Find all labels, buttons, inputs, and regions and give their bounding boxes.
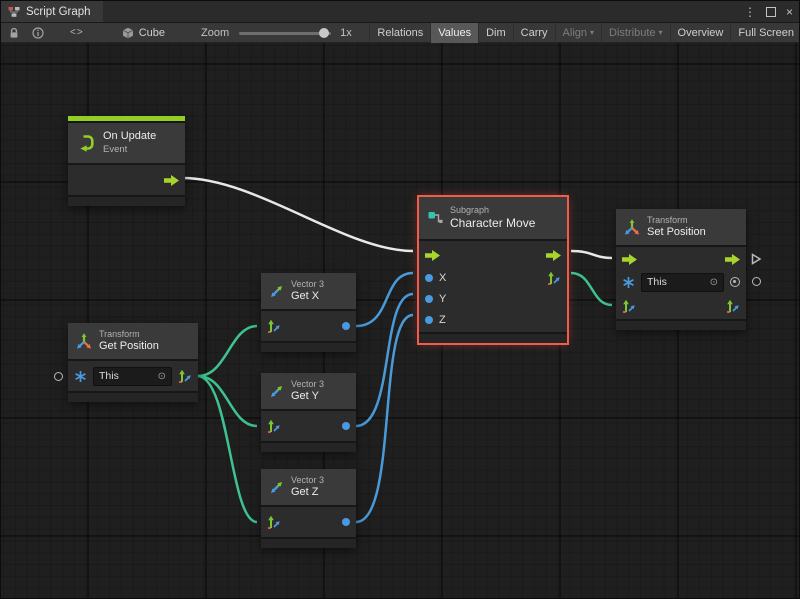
vector3-icon [269,480,284,495]
code-icon[interactable]: <> [70,27,84,38]
toolbar-buttons: Relations Values Dim Carry Align▾ Distri… [369,23,800,43]
node-set-position[interactable]: Transform Set Position This ⊙ [616,209,746,330]
fullscreen-button[interactable]: Full Screen [730,23,800,43]
relations-button[interactable]: Relations [369,23,430,43]
node-footer [261,539,356,548]
y-in-port[interactable] [425,295,433,303]
zoom-value: 1x [340,27,352,39]
node-category: Vector 3 [291,279,324,290]
values-button[interactable]: Values [430,23,478,43]
unconnected-port-circle[interactable] [54,372,63,381]
vector3-icon [269,284,284,299]
unity-script-graph-window: Script Graph ⋮ × <> [0,0,800,599]
target-picker-icon[interactable]: ⊙ [710,277,718,288]
node-get-y[interactable]: Vector 3 Get Y [261,373,356,452]
transform-icon [76,333,92,349]
node-footer [261,443,356,452]
graph-toolbar: <> Cube Zoom 1x Relations Values Dim Car… [1,23,800,43]
unconnected-port-circle[interactable] [752,277,761,286]
node-title: Set Position [647,226,706,240]
menu-icon[interactable]: ⋮ [744,1,756,23]
vector3-icon [269,384,284,399]
this-field[interactable]: This ⊙ [93,367,172,386]
vector3-in-port[interactable] [622,299,636,313]
chevron-down-icon: ▾ [590,28,594,37]
node-category: Vector 3 [291,379,324,390]
vector3-out-port[interactable] [726,299,740,313]
flow-in-port[interactable] [425,250,440,261]
node-category: Transform [647,215,706,226]
zoom-slider-track[interactable] [239,32,331,35]
vector3-in-port[interactable] [267,419,281,433]
on-update-icon [76,133,96,153]
event-accent-strip [68,116,185,121]
zoom-label: Zoom [201,27,229,39]
unconnected-flow-triangle[interactable] [751,253,762,265]
node-get-x[interactable]: Vector 3 Get X [261,273,356,352]
window-controls: ⋮ × [744,1,800,22]
zoom-slider-handle[interactable] [319,28,329,38]
port-label-x: X [439,272,446,284]
maximize-icon[interactable] [766,7,776,17]
node-title: On Update [103,130,156,144]
node-footer [68,393,198,402]
float-out-port[interactable] [342,422,350,430]
node-category: Transform [99,329,159,340]
script-graph-icon [8,6,20,18]
chevron-down-icon: ▾ [659,28,663,37]
vector3-out-port[interactable] [547,271,561,285]
node-footer [419,334,567,343]
port-label-y: Y [439,293,446,305]
node-title: Get Z [291,486,324,500]
axis-icon [74,370,87,383]
distribute-button[interactable]: Distribute▾ [601,23,669,43]
target-picker-icon[interactable]: ⊙ [158,371,166,382]
target-object-label: Cube [139,27,165,39]
cube-icon [122,27,134,39]
node-category: Subgraph [450,205,535,216]
tab-label: Script Graph [26,6,91,18]
float-out-port[interactable] [342,322,350,330]
flow-in-port[interactable] [622,254,637,265]
dim-button[interactable]: Dim [478,23,513,43]
subgraph-icon [427,210,443,226]
node-title: Get Y [291,390,324,404]
zoom-slider[interactable] [239,28,331,38]
overview-button[interactable]: Overview [670,23,731,43]
flow-out-port[interactable] [725,254,740,265]
lock-icon[interactable] [8,27,20,39]
carry-button[interactable]: Carry [513,23,555,43]
close-icon[interactable]: × [786,1,793,23]
node-title: Get Position [99,340,159,354]
node-category: Vector 3 [291,475,324,486]
node-title: Character Move [450,216,535,231]
vector3-in-port[interactable] [267,515,281,529]
this-field[interactable]: This ⊙ [641,273,724,292]
node-footer [616,321,746,330]
flow-out-port[interactable] [164,175,179,186]
transform-icon [624,219,640,235]
target-object-selector[interactable]: Cube [122,27,165,39]
flow-out-port[interactable] [546,250,561,261]
node-on-update[interactable]: On Update Event [68,116,185,206]
align-button[interactable]: Align▾ [555,23,601,43]
node-title: Get X [291,290,324,304]
node-get-z[interactable]: Vector 3 Get Z [261,469,356,548]
vector3-out-port[interactable] [178,369,192,383]
titlebar: Script Graph ⋮ × [1,1,800,23]
z-in-port[interactable] [425,316,433,324]
tab-script-graph[interactable]: Script Graph [1,1,103,22]
node-footer [261,343,356,352]
axis-icon [622,276,635,289]
info-icon[interactable] [32,27,44,39]
node-subtitle: Event [103,144,156,156]
node-footer [68,197,185,206]
float-out-port[interactable] [342,518,350,526]
vector3-in-port[interactable] [267,319,281,333]
node-character-move[interactable]: Subgraph Character Move X [419,197,567,343]
value-out-port[interactable] [730,277,740,287]
port-label-z: Z [439,314,446,326]
node-get-position[interactable]: Transform Get Position This ⊙ [68,323,198,402]
x-in-port[interactable] [425,274,433,282]
